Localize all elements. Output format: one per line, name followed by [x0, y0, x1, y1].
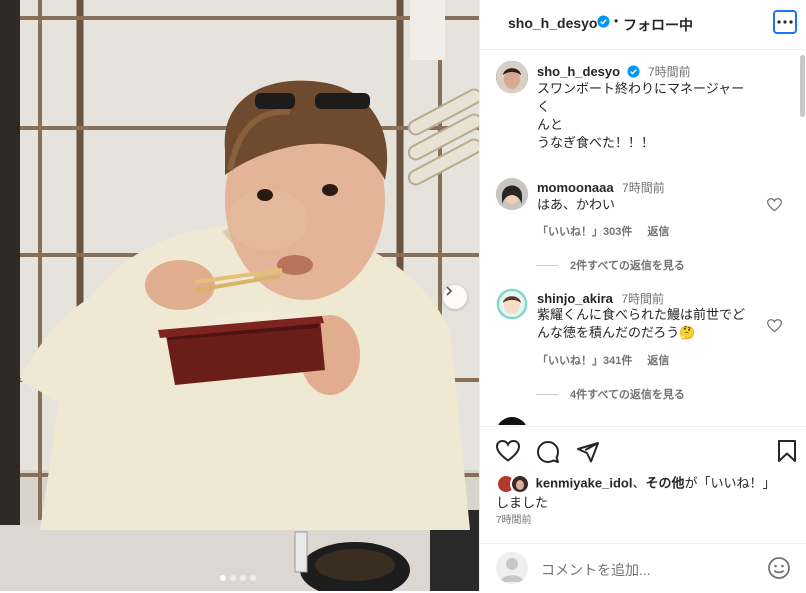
carousel-dot — [230, 575, 236, 581]
caption-line: んと — [537, 117, 564, 132]
comment-like-count[interactable]: 「いいね！」341件 — [537, 355, 632, 367]
commenter-avatar[interactable] — [496, 288, 528, 320]
carousel-dot — [240, 575, 246, 581]
comment-text: はあ、かわい — [537, 197, 616, 212]
post-actions: kenmiyake_idol、その他が「いいね！」 しました 7時間前 コメント… — [480, 426, 806, 591]
carousel-dot-active — [220, 575, 226, 581]
comment-meta: 「いいね！」341件 返信 — [537, 352, 681, 368]
verified-badge-icon — [627, 65, 640, 78]
view-replies-button[interactable]: 4件すべての返信を見る — [536, 386, 685, 402]
following-button[interactable]: フォロー中 — [623, 15, 693, 35]
caption-text: スワンボート終わりにマネージャーく んと うなぎ食べた！！！ — [537, 80, 757, 152]
author-avatar[interactable] — [496, 61, 528, 93]
add-comment-bar: コメントを追加... — [480, 543, 806, 593]
view-replies-label: 2件すべての返信を見る — [570, 260, 685, 272]
post-side-panel: sho_h_desyo • フォロー中 sho_h_desyo 7時間前 スワン… — [479, 0, 806, 591]
replies-divider-line — [536, 393, 558, 395]
comment-header: momoonaaa 7時間前 — [537, 179, 665, 197]
liked-by-avatars[interactable] — [496, 474, 532, 494]
like-comment-heart-icon[interactable] — [767, 198, 782, 212]
current-user-avatar — [496, 552, 528, 584]
reply-button[interactable]: 返信 — [647, 226, 669, 238]
comment-time: 7時間前 — [622, 181, 665, 195]
more-dots-icon — [777, 20, 793, 24]
save-bookmark-icon[interactable] — [777, 440, 797, 462]
comments-scrollbar[interactable] — [800, 55, 805, 117]
comment-time: 7時間前 — [621, 292, 665, 306]
post-header: sho_h_desyo • フォロー中 — [480, 0, 806, 50]
view-replies-button[interactable]: 2件すべての返信を見る — [536, 257, 685, 273]
reply-button[interactable]: 返信 — [647, 355, 669, 367]
default-avatar-icon — [500, 558, 524, 582]
share-send-icon[interactable] — [576, 440, 600, 464]
comment-line: んな徳を積んだのだろう🤔 — [537, 325, 696, 340]
avatar-image — [496, 178, 528, 210]
comment-bubble-icon[interactable] — [536, 440, 560, 464]
comment-text: 紫耀くんに食べられた鰻は前世でど んな徳を積んだのだろう🤔 — [537, 306, 765, 342]
caption-header: sho_h_desyo 7時間前 — [537, 63, 691, 81]
view-replies-label: 4件すべての返信を見る — [570, 389, 685, 401]
emoji-icon[interactable] — [767, 556, 791, 580]
like-heart-icon[interactable] — [496, 440, 520, 462]
comment-username[interactable]: momoonaaa — [537, 180, 614, 195]
like-comment-heart-icon[interactable] — [767, 319, 782, 333]
liked-by-summary: kenmiyake_idol、その他が「いいね！」 しました — [496, 474, 796, 512]
avatar-image — [496, 288, 528, 320]
carousel-dot — [250, 575, 256, 581]
liked-by-others[interactable]: その他 — [645, 475, 684, 490]
comment-meta: 「いいね！」303件 返信 — [537, 223, 681, 239]
verified-badge-icon — [597, 15, 610, 28]
photo-illustration — [0, 0, 479, 591]
carousel-indicator — [220, 575, 256, 581]
comment-input[interactable]: コメントを追加... — [541, 560, 651, 580]
replies-divider-line — [536, 264, 558, 266]
commenter-avatar-partial[interactable] — [496, 417, 528, 425]
comments-list[interactable]: sho_h_desyo 7時間前 スワンボート終わりにマネージャーく んと うな… — [480, 50, 802, 425]
avatar-image — [496, 61, 528, 93]
comment-like-count[interactable]: 「いいね！」303件 — [537, 226, 632, 238]
liked-by-separator: 、 — [632, 475, 646, 491]
carousel-next-button[interactable] — [443, 285, 467, 309]
header-separator: • — [614, 14, 619, 28]
comment-username[interactable]: shinjo_akira — [537, 291, 613, 306]
caption-username[interactable]: sho_h_desyo — [537, 64, 620, 79]
more-options-button[interactable] — [773, 10, 797, 34]
post-timestamp[interactable]: 7時間前 — [496, 511, 532, 526]
caption-line: スワンボート終わりにマネージャーく — [537, 81, 745, 114]
liked-by-suffix: が「いいね！」 — [684, 475, 776, 491]
caption-time: 7時間前 — [648, 65, 691, 79]
caption-line: うなぎ食べた！！！ — [537, 135, 655, 150]
commenter-avatar[interactable] — [496, 178, 528, 210]
header-username[interactable]: sho_h_desyo — [508, 15, 597, 31]
liked-by-suffix-2: しました — [496, 495, 549, 510]
instagram-post-view: sho_h_desyo • フォロー中 sho_h_desyo 7時間前 スワン… — [0, 0, 806, 591]
chevron-right-icon — [446, 286, 453, 296]
liked-by-username[interactable]: kenmiyake_idol — [536, 475, 633, 490]
comment-line: 紫耀くんに食べられた鰻は前世でど — [537, 307, 746, 322]
post-photo[interactable] — [0, 0, 479, 591]
